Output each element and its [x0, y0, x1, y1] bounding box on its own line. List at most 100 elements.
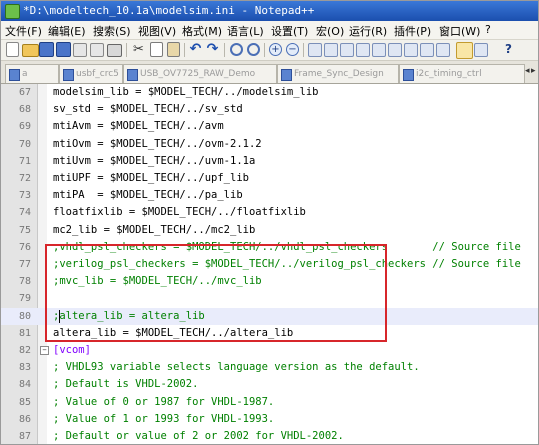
notepad-window: *D:\modeltech_10.1a\modelsim.ini - Notep… [0, 0, 539, 445]
line-number: 81 [18, 327, 31, 339]
code-line[interactable]: 69 mtiAvm = $MODEL_TECH/../avm [1, 118, 538, 135]
tab-label: i2c_timing_ctrl [416, 69, 482, 79]
undo-icon[interactable]: ↶ [188, 42, 203, 57]
code-line[interactable]: 73 mtiPA = $MODEL_TECH/../pa_lib [1, 187, 538, 204]
menu-window[interactable]: 窗口(W) [439, 23, 480, 39]
window-title: *D:\modeltech_10.1a\modelsim.ini - Notep… [23, 4, 315, 17]
menu-edit[interactable]: 编辑(E) [48, 23, 86, 39]
code-line[interactable]: 85 ; Value of 0 or 1987 for VHDL-1987. [1, 394, 538, 411]
tab-usbf-crc5[interactable]: usbf_crc5 [59, 64, 123, 83]
menu-bar: 文件(F) 编辑(E) 搜索(S) 视图(V) 格式(M) 语言(L) 设置(T… [1, 21, 538, 40]
toolbar-separator [224, 43, 225, 57]
menu-search[interactable]: 搜索(S) [93, 23, 131, 39]
line-number: 78 [18, 276, 31, 288]
code-line[interactable]: 74 floatfixlib = $MODEL_TECH/../floatfix… [1, 204, 538, 221]
tab-usb-ov7725-raw-demo[interactable]: USB_OV7725_RAW_Demo [123, 64, 277, 83]
menu-file[interactable]: 文件(F) [5, 23, 42, 39]
zoom-in-icon[interactable]: + [269, 43, 282, 56]
user-lang-icon[interactable] [388, 43, 402, 57]
indent-guide-icon[interactable] [372, 43, 386, 57]
code-line[interactable]: 83 ; VHDL93 variable selects language ve… [1, 359, 538, 376]
replace-icon[interactable] [247, 43, 260, 56]
sync-horizontal-icon[interactable] [324, 43, 338, 57]
paste-icon[interactable] [167, 42, 180, 57]
doc-map-icon[interactable] [404, 43, 418, 57]
code-line[interactable]: 71 mtiUvm = $MODEL_TECH/../uvm-1.1a [1, 153, 538, 170]
line-number: 79 [18, 293, 31, 305]
tab-label: USB_OV7725_RAW_Demo [140, 69, 256, 79]
tab-frame-sync-design[interactable]: Frame_Sync_Design [277, 64, 399, 83]
menu-help[interactable]: ? [485, 23, 491, 36]
tab-a[interactable]: a [5, 64, 59, 83]
line-text: mc2_lib = $MODEL_TECH/../mc2_lib [53, 223, 256, 236]
menu-language[interactable]: 语言(L) [227, 23, 264, 39]
line-number: 73 [18, 190, 31, 202]
word-wrap-icon[interactable] [340, 43, 354, 57]
line-number: 70 [18, 138, 31, 150]
menu-plugins[interactable]: 插件(P) [394, 23, 431, 39]
line-number: 69 [18, 121, 31, 133]
toolbar-separator [264, 43, 265, 57]
menu-macro[interactable]: 宏(O) [316, 23, 344, 39]
tab-label: a [22, 69, 28, 79]
new-icon[interactable] [6, 42, 19, 57]
menu-view[interactable]: 视图(V) [138, 23, 176, 39]
line-text: ; Default or value of 2 or 2002 for VHDL… [53, 430, 344, 442]
notepad-plus-plus-icon [5, 4, 20, 19]
menu-settings[interactable]: 设置(T) [271, 23, 308, 39]
line-text: [vcom] [53, 344, 91, 356]
function-list-icon[interactable] [420, 43, 434, 57]
line-number: 87 [18, 431, 31, 442]
file-icon [63, 69, 74, 81]
monitor-icon[interactable] [436, 43, 450, 57]
code-line[interactable]: 75 mc2_lib = $MODEL_TECH/../mc2_lib [1, 222, 538, 239]
find-icon[interactable] [230, 43, 243, 56]
code-line[interactable]: 82 − [vcom] [1, 342, 538, 359]
code-line[interactable]: 68 sv_std = $MODEL_TECH/../sv_std [1, 101, 538, 118]
code-line[interactable]: 72 mtiUPF = $MODEL_TECH/../upf_lib [1, 170, 538, 187]
tab-scroll-left-icon[interactable]: ◂ [525, 66, 530, 76]
line-number: 85 [18, 396, 31, 408]
playback-macro-icon[interactable] [474, 43, 488, 57]
code-line[interactable]: 87 ; Default or value of 2 or 2002 for V… [1, 428, 538, 444]
toolbar-separator [126, 43, 127, 57]
line-text: ; VHDL93 variable selects language versi… [53, 361, 420, 374]
close-all-icon[interactable] [90, 43, 104, 57]
menu-run[interactable]: 运行(R) [349, 23, 387, 39]
line-number: 75 [18, 224, 31, 236]
line-number: 71 [18, 155, 31, 167]
copy-icon[interactable] [150, 42, 163, 57]
show-all-chars-icon[interactable] [356, 43, 370, 57]
editor-area[interactable]: 67 modelsim_lib = $MODEL_TECH/../modelsi… [1, 84, 538, 444]
close-icon[interactable] [73, 43, 87, 57]
redo-icon[interactable]: ↷ [205, 42, 220, 57]
tab-label: Frame_Sync_Design [294, 69, 384, 79]
code-line[interactable]: 84 ; Default is VHDL-2002. [1, 376, 538, 393]
sync-vertical-icon[interactable] [308, 43, 322, 57]
code-line[interactable]: 70 mtiOvm = $MODEL_TECH/../ovm-2.1.2 [1, 136, 538, 153]
line-number: 83 [18, 362, 31, 374]
save-icon[interactable] [39, 42, 54, 57]
open-icon[interactable] [22, 44, 39, 57]
help-icon[interactable]: ? [501, 42, 516, 57]
line-text: ; Default is VHDL-2002. [53, 378, 199, 391]
tab-scroll-right-icon[interactable]: ▸ [531, 66, 536, 76]
line-number: 82 [18, 345, 31, 356]
line-number: 77 [18, 259, 31, 270]
title-bar: *D:\modeltech_10.1a\modelsim.ini - Notep… [1, 1, 538, 21]
menu-format[interactable]: 格式(M) [182, 23, 222, 39]
code-line[interactable]: 86 ; Value of 1 or 1993 for VHDL-1993. [1, 411, 538, 428]
tab-label: usbf_crc5 [76, 69, 119, 79]
print-icon[interactable] [107, 44, 122, 57]
fold-toggle-icon[interactable]: − [40, 346, 49, 355]
document-tab-bar: a usbf_crc5 USB_OV7725_RAW_Demo Frame_Sy… [1, 61, 538, 84]
save-all-icon[interactable] [56, 42, 71, 57]
line-text: ; Value of 0 or 1987 for VHDL-1987. [53, 395, 275, 408]
line-number: 67 [18, 87, 31, 98]
code-line[interactable]: 67 modelsim_lib = $MODEL_TECH/../modelsi… [1, 84, 538, 101]
tab-i2c-timing-ctrl[interactable]: i2c_timing_ctrl [399, 64, 525, 83]
cut-icon[interactable]: ✂ [131, 42, 146, 57]
file-icon [281, 69, 292, 81]
record-macro-icon[interactable] [456, 42, 473, 59]
zoom-out-icon[interactable]: − [286, 43, 299, 56]
